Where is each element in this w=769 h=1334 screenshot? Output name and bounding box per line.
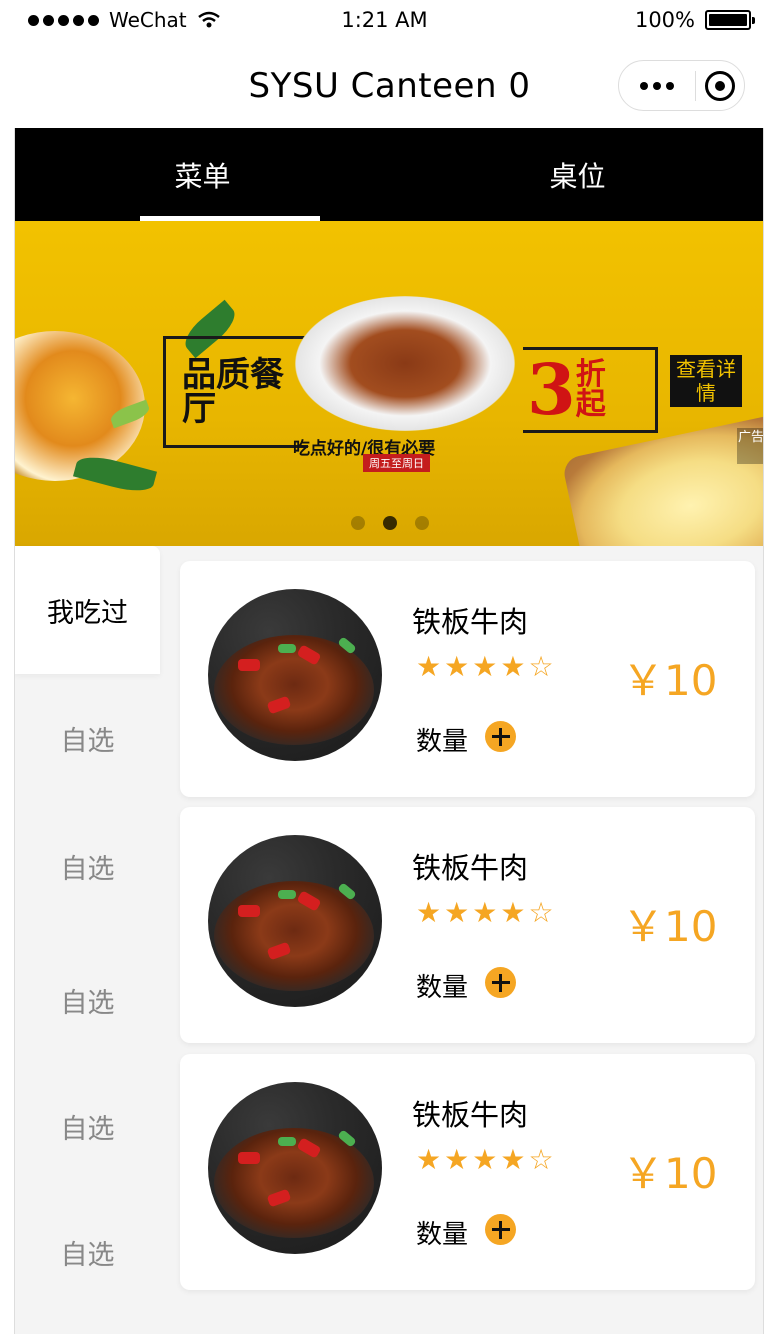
star-filled-icon: ★ [444,650,470,683]
dish-card[interactable]: 铁板牛肉 ★ ★ ★ ★ ☆ ￥10 数量 [180,807,755,1043]
star-filled-icon: ★ [500,896,526,929]
dish-name: 铁板牛肉 [412,851,529,885]
nav-bar: SYSU Canteen 0 [0,44,769,128]
star-filled-icon: ★ [444,1143,470,1176]
battery-fill [709,14,747,26]
star-filled-icon: ★ [472,1143,498,1176]
dish-name: 铁板牛肉 [412,1098,529,1132]
add-button[interactable] [485,721,516,752]
sidebar-item-custom[interactable]: 自选 [15,1062,160,1190]
add-button[interactable] [485,1214,516,1245]
carousel-dot[interactable] [415,516,429,530]
dish-image [208,835,382,1007]
discount-number: 3 [527,348,576,431]
dish-card[interactable]: 铁板牛肉 ★ ★ ★ ★ ☆ ￥10 数量 [180,561,755,797]
battery-percent: 100% [634,8,695,32]
quantity-label: 数量 [416,1220,469,1250]
tab-menu[interactable]: 菜单 [15,128,390,221]
quantity-label: 数量 [416,973,469,1003]
target-icon [705,70,735,101]
dish-image [208,589,382,761]
brand-logo: 品质餐厅 [163,336,308,448]
star-filled-icon: ★ [444,896,470,929]
dish-name: 铁板牛肉 [412,605,529,639]
dish-image [208,1082,382,1254]
battery-icon [705,10,755,30]
sidebar-item-custom[interactable]: 自选 [15,1188,160,1316]
battery-group: 100% [634,8,755,32]
tab-bar: 菜单 桌位 [15,128,763,221]
main-frame: 菜单 桌位 品质餐厅 吃点好的/很有必要 周五至周日 3 折起 查看详情 广告 … [14,128,764,1334]
discount-text: 折起 [575,357,606,422]
star-empty-icon: ☆ [528,1143,554,1176]
star-filled-icon: ★ [416,896,442,929]
star-filled-icon: ★ [472,650,498,683]
star-empty-icon: ☆ [528,650,554,683]
sidebar-item-eaten[interactable]: 我吃过 [15,546,160,674]
add-button[interactable] [485,967,516,998]
tab-tables[interactable]: 桌位 [390,128,763,221]
quantity-label: 数量 [416,727,469,757]
rating-stars: ★ ★ ★ ★ ☆ [416,1146,554,1174]
carousel-dot-active[interactable] [383,516,397,530]
carousel-dot[interactable] [351,516,365,530]
dish-price: ￥10 [622,1149,718,1198]
view-details-label: 查看详情 [670,355,742,407]
dish-price: ￥10 [622,902,718,951]
carousel-indicators [15,516,763,530]
sidebar-item-custom[interactable]: 自选 [15,674,160,802]
star-empty-icon: ☆ [528,896,554,929]
banner-days: 周五至周日 [363,454,430,472]
star-filled-icon: ★ [416,1143,442,1176]
dish-price: ￥10 [622,656,718,705]
brand-text: 品质餐厅 [182,355,284,429]
star-filled-icon: ★ [500,650,526,683]
star-filled-icon: ★ [472,896,498,929]
promo-banner[interactable]: 品质餐厅 吃点好的/很有必要 周五至周日 3 折起 查看详情 广告 [15,221,763,546]
dish-card[interactable]: 铁板牛肉 ★ ★ ★ ★ ☆ ￥10 数量 [180,1054,755,1290]
rating-stars: ★ ★ ★ ★ ☆ [416,899,554,927]
star-filled-icon: ★ [416,650,442,683]
close-button[interactable] [696,61,744,110]
rating-stars: ★ ★ ★ ★ ☆ [416,653,554,681]
star-filled-icon: ★ [500,1143,526,1176]
ad-label: 广告 [737,428,763,464]
discount-badge: 3 折起 [523,347,658,433]
sidebar-item-custom[interactable]: 自选 [15,936,160,1064]
more-button[interactable] [619,61,695,110]
roast-duck-image [295,296,515,431]
category-sidebar: 我吃过 自选 自选 自选 自选 自选 [15,546,160,1334]
mini-program-capsule [618,60,745,111]
status-bar: WeChat 1:21 AM 100% [0,0,769,44]
sidebar-item-custom[interactable]: 自选 [15,802,160,930]
